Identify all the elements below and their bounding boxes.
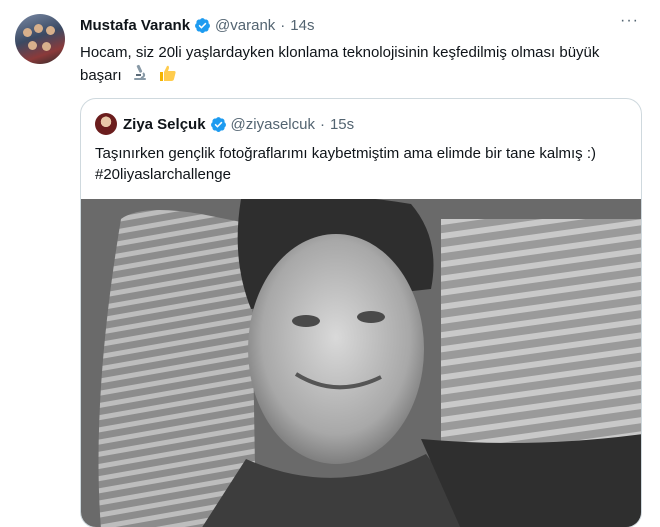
author-handle[interactable]: @varank <box>215 17 275 34</box>
avatar-face <box>28 41 37 50</box>
quoted-tweet-photo[interactable] <box>81 199 642 527</box>
more-options-icon[interactable]: ··· <box>620 13 638 33</box>
chair-left <box>98 210 256 527</box>
quoted-author-name: Ziya Selçuk <box>123 115 206 133</box>
quoted-tweet-header: Ziya Selçuk @ziyaselcuk · 15s <box>95 113 354 135</box>
face <box>248 234 424 464</box>
quoted-tweet-text: Taşınırken gençlik fotoğraflarımı kaybet… <box>95 145 597 183</box>
author-avatar[interactable] <box>15 14 65 64</box>
author-name[interactable]: Mustafa Varank <box>80 17 190 34</box>
avatar-face <box>34 24 43 33</box>
chair-back-right <box>441 219 641 469</box>
tweet-time[interactable]: 14s <box>290 17 314 34</box>
avatar-face <box>42 42 51 51</box>
avatar-face <box>46 26 55 35</box>
verified-badge-icon <box>210 116 226 132</box>
tweet-header: Mustafa Varank @varank · 14s <box>80 14 314 36</box>
separator-dot: · <box>280 16 286 34</box>
quoted-tweet-time: 15s <box>329 115 355 133</box>
tweet-card[interactable]: Mustafa Varank @varank · 14s ··· Hocam, … <box>0 0 660 527</box>
thumbs-up-icon <box>160 65 176 81</box>
tweet-text: Hocam, siz 20li yaşlardayken klonlama te… <box>80 42 640 87</box>
separator-dot: · <box>319 115 325 133</box>
quoted-author-handle: @ziyaselcuk <box>230 115 315 133</box>
verified-badge-icon <box>195 17 210 33</box>
quoted-author-avatar <box>95 113 117 135</box>
microscope-icon <box>133 64 146 80</box>
quoted-tweet[interactable]: Ziya Selçuk @ziyaselcuk · 15s Taşınırken… <box>80 98 642 527</box>
avatar-face <box>23 28 32 37</box>
